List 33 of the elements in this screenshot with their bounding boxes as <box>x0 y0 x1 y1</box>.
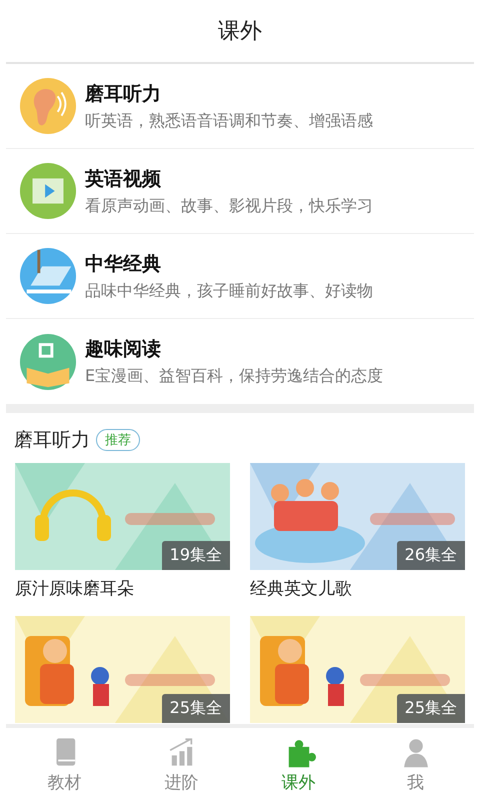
category-item[interactable]: 中华经典 品味中华经典，孩子睡前好故事、好读物 <box>6 234 474 319</box>
episode-count: 26集全 <box>396 541 465 570</box>
album-card[interactable]: 19集全 原汁原味磨耳朵 <box>15 463 230 608</box>
album-card[interactable]: 25集全 <box>15 616 230 723</box>
nav-tab[interactable]: 课外 <box>240 728 357 800</box>
category-description: 品味中华经典，孩子睡前好故事、好读物 <box>85 280 373 302</box>
brush-icon <box>19 247 77 305</box>
category-title: 中华经典 <box>85 252 162 276</box>
category-title: 磨耳听力 <box>85 82 162 106</box>
category-description: 看原声动画、故事、影视片段，快乐学习 <box>85 196 373 216</box>
album-card[interactable]: 25集全 <box>250 616 465 723</box>
recommended-badge: 推荐 <box>96 429 140 451</box>
album-title: 经典英文儿歌 <box>250 578 353 601</box>
book-icon <box>19 332 77 390</box>
category-description: E宝漫画、益智百科，保持劳逸结合的态度 <box>85 366 384 387</box>
category-title: 英语视频 <box>85 166 162 192</box>
page-title: 课外 <box>218 18 262 46</box>
episode-count: 25集全 <box>162 694 230 723</box>
category-item[interactable]: 英语视频 看原声动画、故事、影视片段，快乐学习 <box>6 149 474 234</box>
category-title: 趣味阅读 <box>85 337 162 362</box>
album-card[interactable]: 26集全 经典英文儿歌 <box>250 463 465 608</box>
video-icon <box>19 162 77 220</box>
category-description: 听英语，熟悉语音语调和节奏、增强语感 <box>85 110 373 132</box>
category-item[interactable]: 磨耳听力 听英语，熟悉语音语调和节奏、增强语感 <box>6 64 474 149</box>
category-item[interactable]: 趣味阅读 E宝漫画、益智百科，保持劳逸结合的态度 <box>6 319 474 404</box>
episode-count: 19集全 <box>162 541 230 570</box>
album-title: 原汁原味磨耳朵 <box>15 578 135 601</box>
nav-tab[interactable]: 进阶 <box>123 728 240 800</box>
nav-tab[interactable]: 教材 <box>6 728 123 800</box>
episode-count: 25集全 <box>396 694 465 723</box>
section-title: 磨耳听力 <box>14 428 90 453</box>
nav-tab[interactable]: 我 <box>357 728 474 800</box>
ear-icon <box>19 77 77 135</box>
